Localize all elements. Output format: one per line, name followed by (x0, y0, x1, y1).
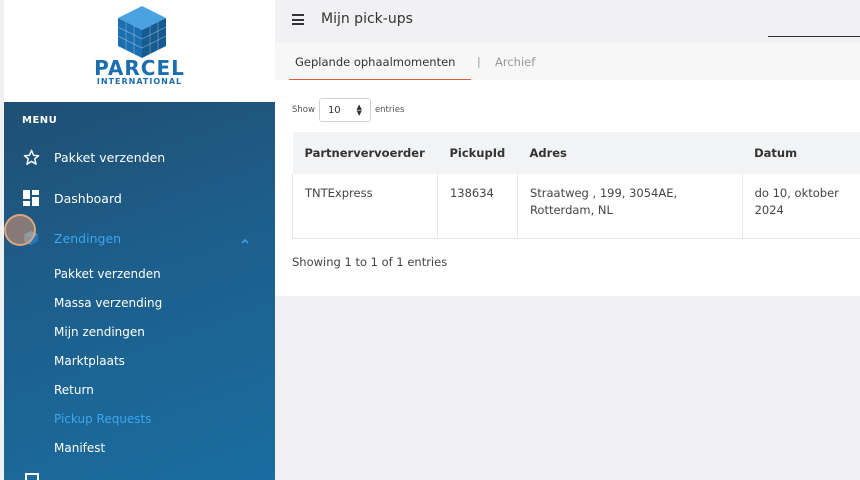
tab-separator: | (477, 55, 481, 68)
submenu-item-manifest[interactable]: Manifest (54, 441, 105, 455)
cursor-highlight (4, 214, 36, 246)
cell-pickupid: 138634 (437, 174, 518, 239)
menu-item-pakket-verzenden[interactable]: Pakket verzenden (22, 148, 165, 166)
cell-partner: TNTExpress (292, 174, 438, 239)
menu-item-label: Pakket verzenden (54, 149, 166, 165)
cell-adres: Straatweg , 199, 3054AE, Rotterdam, NL (517, 174, 743, 239)
tab-geplande-ophaalmomenten[interactable]: Geplande ophaalmomenten (295, 55, 455, 69)
submenu-item-pickup-requests[interactable]: Pickup Requests (54, 412, 152, 426)
table-header-row: Partnervervoerder PickupId Adres Datum (292, 132, 860, 174)
menu-item-zendingen[interactable]: Zendingen (22, 229, 121, 247)
document-icon (25, 473, 39, 480)
column-header-adres[interactable]: Adres (517, 132, 742, 174)
table-info: Showing 1 to 1 of 1 entries (292, 255, 448, 269)
page-title: Mijn pick-ups (321, 11, 413, 27)
column-header-pickupid[interactable]: PickupId (437, 132, 517, 174)
star-icon (22, 148, 40, 166)
column-header-datum[interactable]: Datum (742, 132, 860, 174)
submenu-item-pakket-verzenden[interactable]: Pakket verzenden (54, 267, 161, 281)
address-line-2: Rotterdam, NL (529, 203, 613, 217)
address-line-1: Straatweg , 199, 3054AE, (529, 186, 678, 200)
cube-logo-icon (117, 6, 167, 58)
menu-heading: MENU (22, 115, 58, 126)
tab-bar: Geplande ophaalmomenten | Archief (275, 42, 860, 80)
logo[interactable]: PARCEL INTERNATIONAL (4, 0, 275, 102)
header-divider (768, 36, 860, 37)
date-line-2: 2024 (754, 203, 784, 217)
tab-archief[interactable]: Archief (495, 55, 535, 69)
hamburger-menu-icon[interactable] (292, 14, 304, 25)
chevron-up-icon[interactable] (240, 237, 250, 245)
brand-tagline: INTERNATIONAL (96, 77, 183, 86)
menu-item-dashboard[interactable]: Dashboard (22, 189, 122, 207)
menu-panel: MENU Pakket verzenden Dashboard Zendinge… (4, 102, 275, 480)
submenu-item-marktplaats[interactable]: Marktplaats (54, 354, 125, 368)
sort-arrows-icon: ▲ ▼ (356, 103, 362, 117)
dashboard-icon (22, 189, 40, 207)
page-size-select[interactable]: 10 ▲ ▼ (318, 98, 371, 122)
show-label: Show (292, 105, 315, 115)
menu-item-label: Dashboard (54, 190, 122, 206)
submenu-item-massa-verzending[interactable]: Massa verzending (54, 296, 162, 310)
table-row[interactable]: TNTExpress 138634 Straatweg , 199, 3054A… (292, 174, 860, 239)
pickups-table: Partnervervoerder PickupId Adres Datum T… (292, 132, 860, 239)
submenu-item-mijn-zendingen[interactable]: Mijn zendingen (54, 325, 145, 339)
pickups-panel: Show 10 ▲ ▼ entries Partnervervoerder Pic… (275, 80, 860, 296)
sidebar: PARCEL INTERNATIONAL MENU Pakket verzend… (0, 0, 275, 480)
column-header-partner[interactable]: Partnervervoerder (293, 132, 438, 174)
cell-datum: do 10, oktober 2024 (742, 174, 860, 239)
page-size-value: 10 (327, 104, 341, 116)
date-line-1: do 10, oktober (754, 186, 839, 200)
page-size-control: Show 10 ▲ ▼ entries (292, 98, 404, 122)
submenu-item-return[interactable]: Return (54, 383, 94, 397)
entries-label: entries (374, 105, 405, 115)
menu-item-label: Zendingen (54, 230, 122, 246)
top-header: Mijn pick-ups (275, 0, 860, 42)
